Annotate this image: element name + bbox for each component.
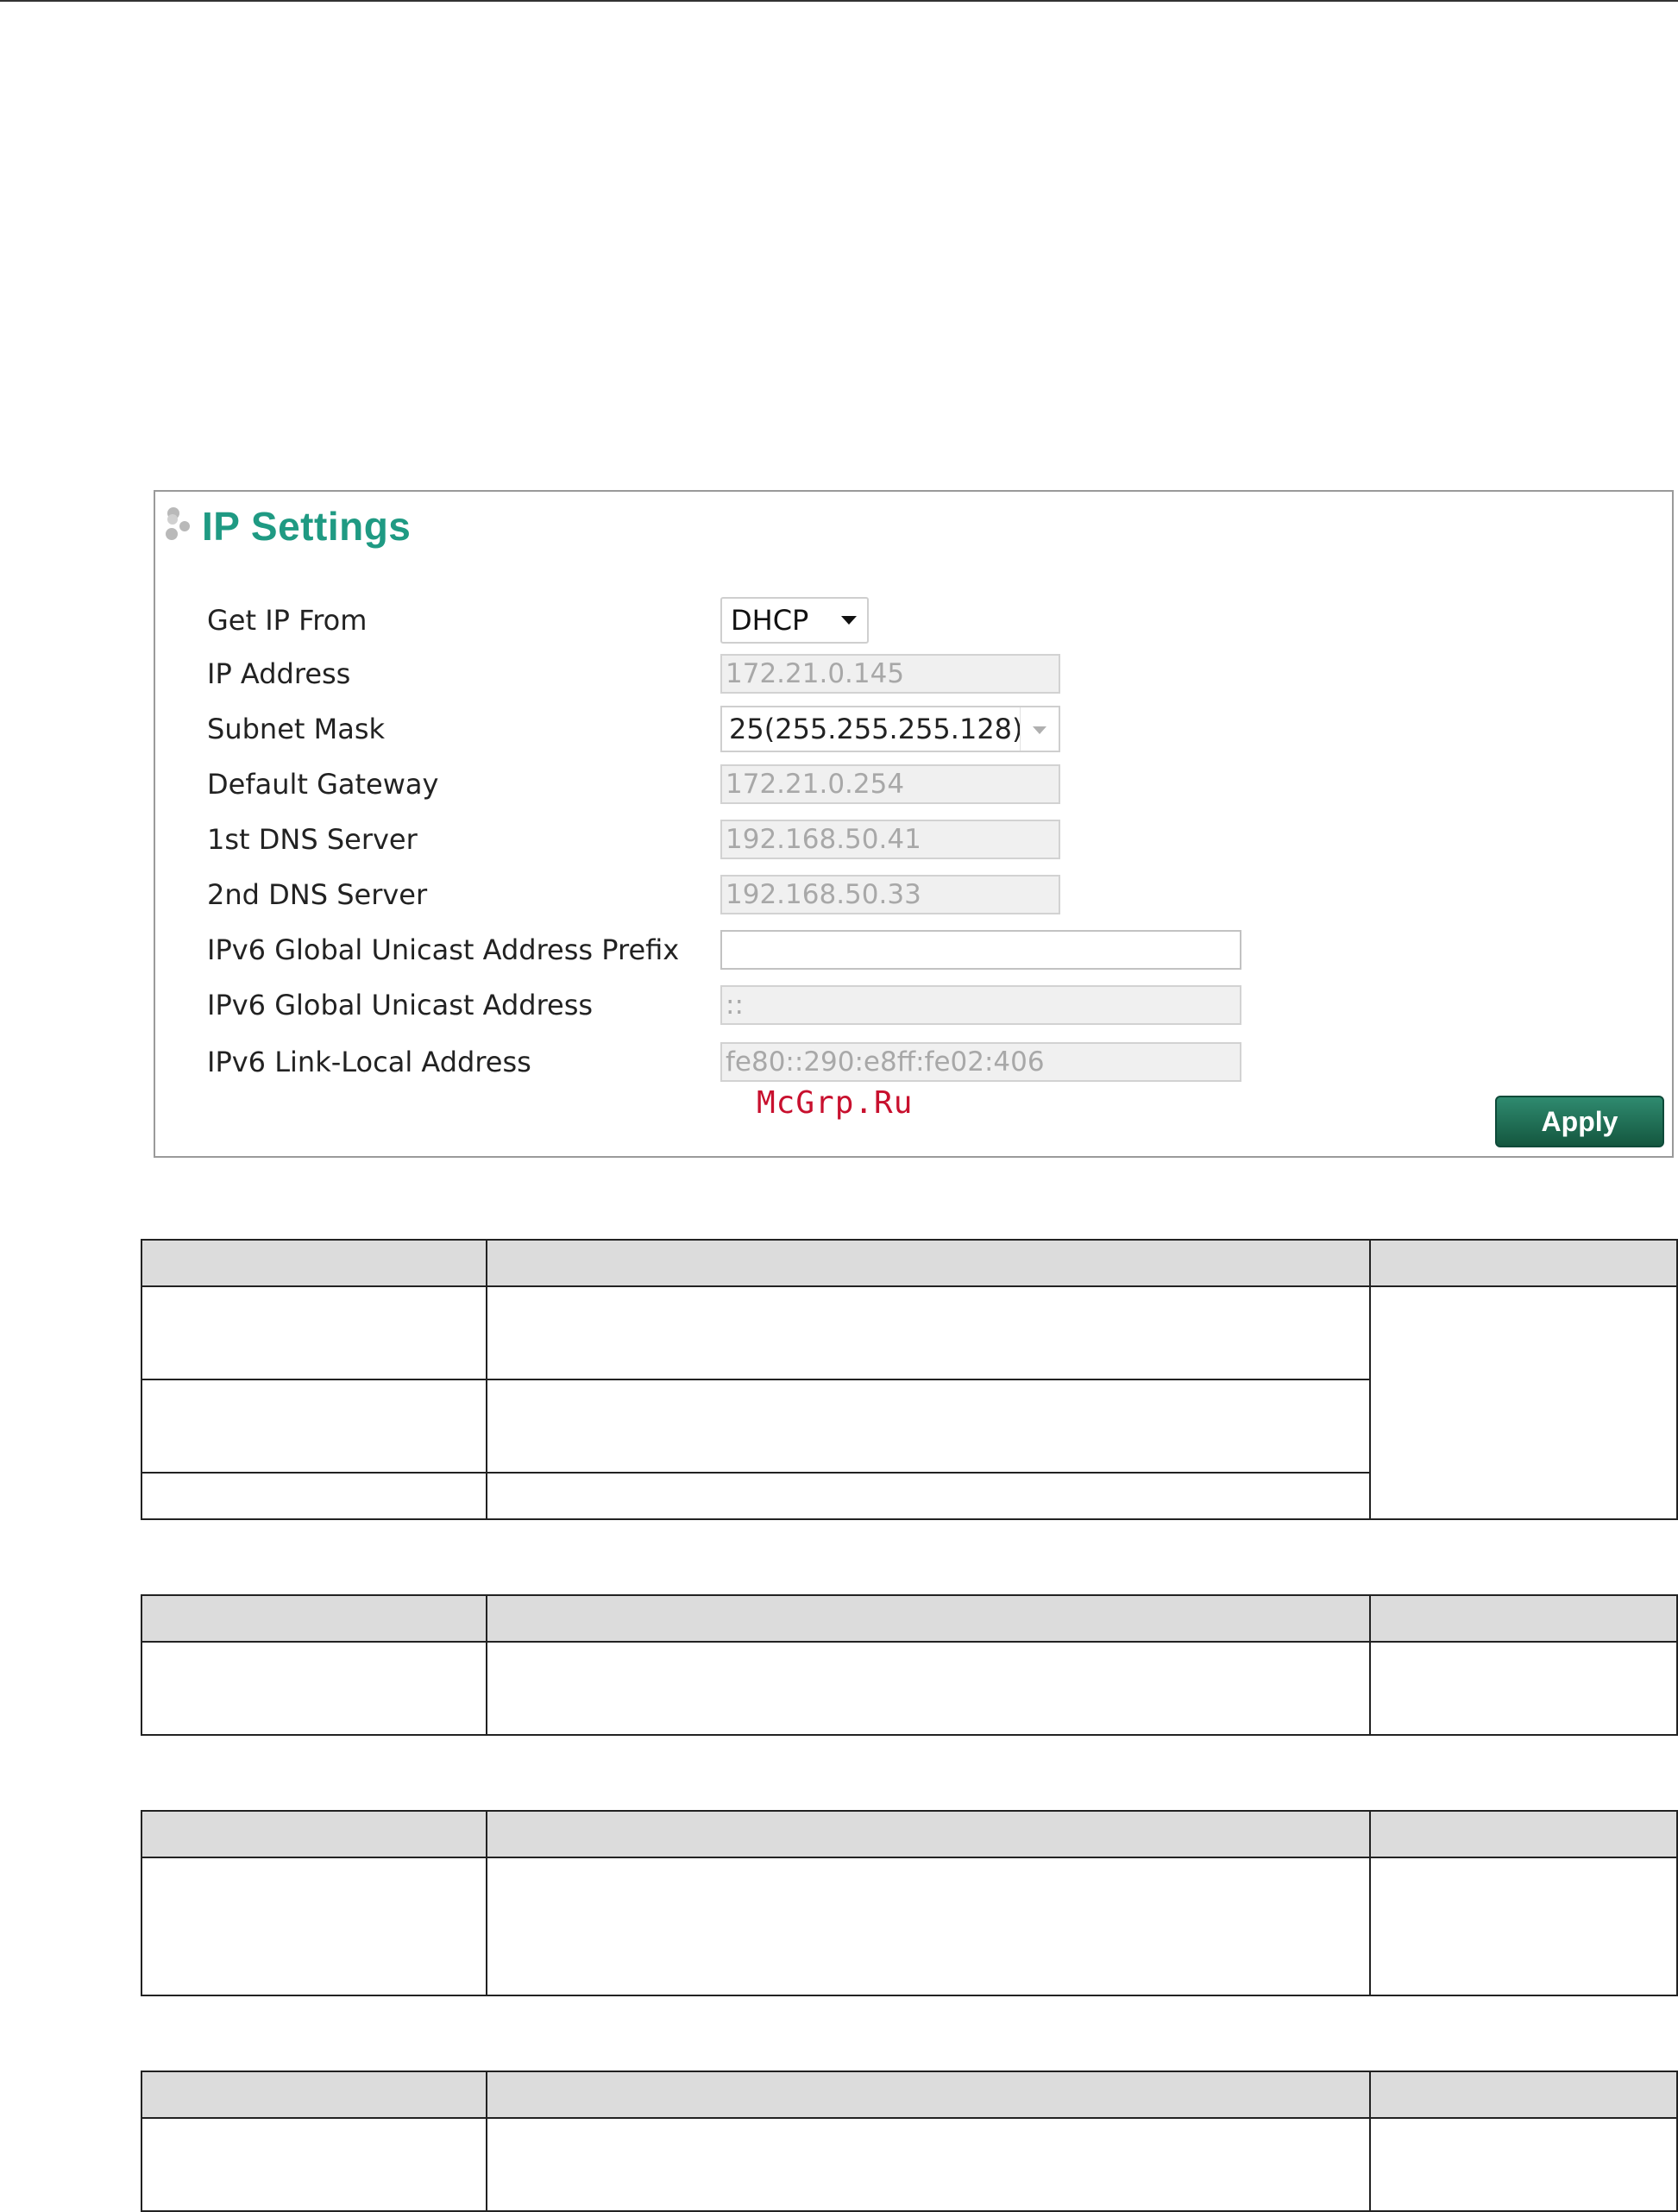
watermark: McGrp.Ru (757, 1085, 914, 1121)
get-ip-from-select[interactable]: DHCP (720, 597, 869, 644)
table-4 (141, 2071, 1678, 2212)
dns2-field[interactable]: 192.168.50.33 (720, 875, 1060, 914)
panel-title: IP Settings (202, 504, 412, 549)
table-3 (141, 1810, 1678, 1996)
row-ipv6-global: IPv6 Global Unicast Address :: (155, 983, 1672, 1027)
ipv6-prefix-label: IPv6 Global Unicast Address Prefix (207, 933, 680, 966)
table-1 (141, 1239, 1678, 1520)
page-top-rule (0, 0, 1678, 2)
apply-button[interactable]: Apply (1495, 1096, 1664, 1147)
dns1-label: 1st DNS Server (207, 823, 418, 856)
chevron-down-icon (1033, 726, 1046, 734)
ip-settings-panel: IP Settings Get IP From DHCP IP Address … (154, 490, 1674, 1158)
table-row (141, 2117, 1678, 2212)
subnet-mask-label: Subnet Mask (207, 713, 386, 745)
ipv6-global-field[interactable]: :: (720, 985, 1241, 1025)
table-row (141, 1857, 1678, 1996)
dns2-label: 2nd DNS Server (207, 878, 428, 911)
table-2 (141, 1594, 1678, 1736)
row-dns1: 1st DNS Server 192.168.50.41 (155, 818, 1672, 861)
table-header-row (141, 1239, 1678, 1287)
default-gateway-field[interactable]: 172.21.0.254 (720, 764, 1060, 804)
panel-header: IP Settings (164, 499, 411, 554)
get-ip-from-value: DHCP (731, 604, 809, 637)
table-row (141, 1641, 1678, 1736)
row-default-gateway: Default Gateway 172.21.0.254 (155, 763, 1672, 806)
ipv6-prefix-field[interactable] (720, 930, 1241, 970)
row-subnet-mask: Subnet Mask 25(255.255.255.128) (155, 706, 1672, 752)
get-ip-from-label: Get IP From (207, 604, 368, 637)
row-ipv6-prefix: IPv6 Global Unicast Address Prefix (155, 928, 1672, 971)
ipv6-global-label: IPv6 Global Unicast Address (207, 989, 594, 1021)
table-header-row (141, 2071, 1678, 2119)
ip-address-field[interactable]: 172.21.0.145 (720, 654, 1060, 694)
ipv6-link-local-field[interactable]: fe80::290:e8ff:fe02:406 (720, 1042, 1241, 1082)
subnet-mask-select[interactable]: 25(255.255.255.128) (720, 706, 1060, 752)
row-ipv6-link-local: IPv6 Link-Local Address fe80::290:e8ff:f… (155, 1040, 1672, 1084)
default-gateway-label: Default Gateway (207, 768, 439, 801)
subnet-mask-value: 25(255.255.255.128) (729, 713, 1023, 745)
row-get-ip-from: Get IP From DHCP (155, 597, 1672, 644)
row-ip-address: IP Address 172.21.0.145 (155, 652, 1672, 695)
chevron-down-icon (841, 616, 857, 625)
dns1-field[interactable]: 192.168.50.41 (720, 820, 1060, 859)
table-header-row (141, 1810, 1678, 1858)
dots-icon (164, 502, 202, 550)
table-header-row (141, 1594, 1678, 1643)
table-row (141, 1285, 1678, 1520)
row-dns2: 2nd DNS Server 192.168.50.33 (155, 873, 1672, 916)
ip-address-label: IP Address (207, 657, 351, 690)
ipv6-link-local-label: IPv6 Link-Local Address (207, 1046, 531, 1078)
